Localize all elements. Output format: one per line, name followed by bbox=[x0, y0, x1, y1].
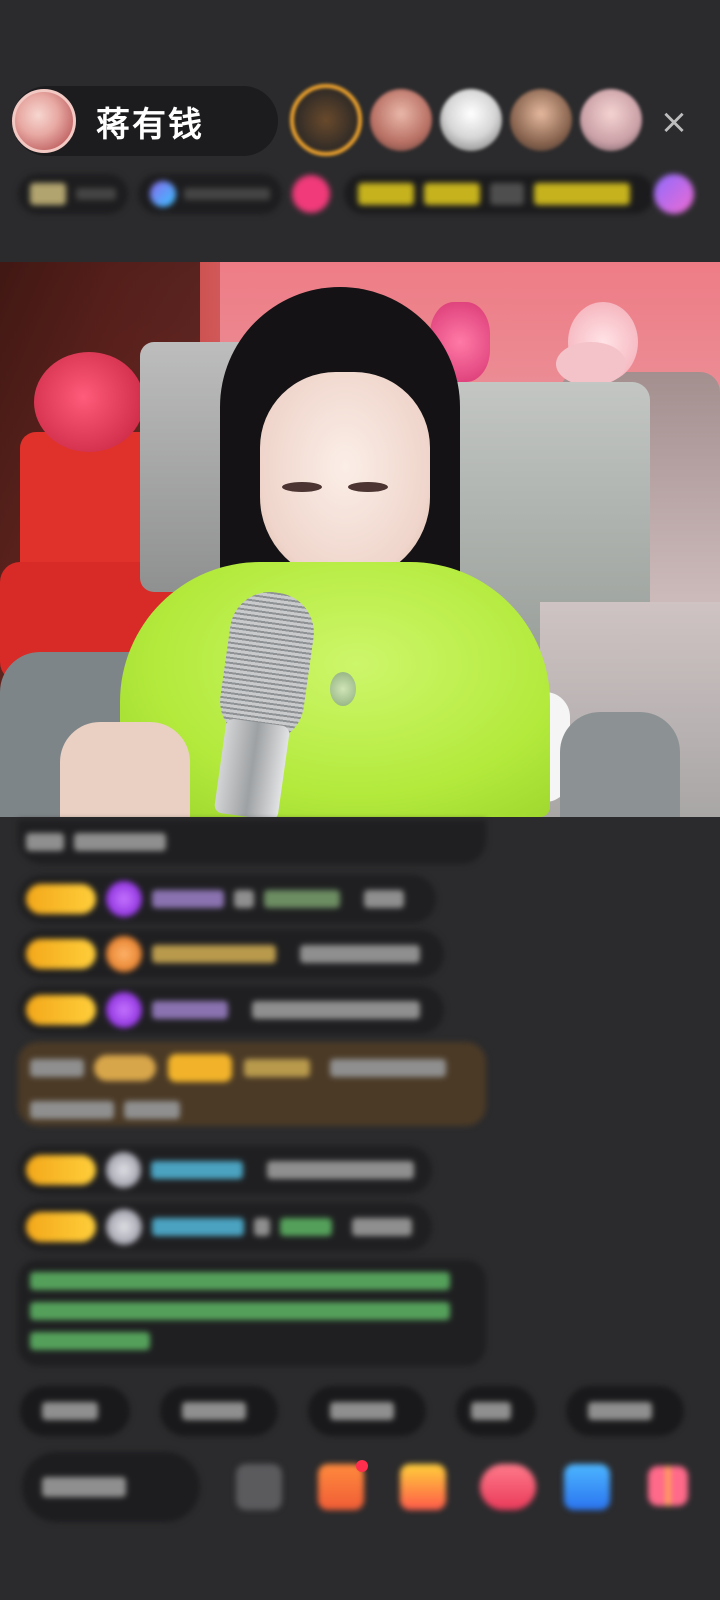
rank-icon bbox=[358, 183, 414, 205]
pink-dot-icon[interactable] bbox=[292, 175, 330, 213]
live-video-feed[interactable] bbox=[0, 262, 720, 817]
bottom-toolbar bbox=[0, 1452, 720, 1526]
badge-icon bbox=[30, 183, 66, 205]
gem-purple-icon bbox=[106, 992, 142, 1028]
level-badge bbox=[26, 1212, 96, 1242]
gem-orange-icon bbox=[106, 936, 142, 972]
treasure-icon[interactable] bbox=[400, 1464, 446, 1510]
quick-replies bbox=[20, 1386, 714, 1436]
quick-reply[interactable] bbox=[160, 1386, 278, 1436]
purple-gift-icon[interactable] bbox=[654, 174, 694, 214]
viewer-avatar[interactable] bbox=[290, 84, 362, 156]
viewer-avatar[interactable] bbox=[440, 89, 502, 151]
gem-purple-icon bbox=[106, 881, 142, 917]
quick-reply[interactable] bbox=[20, 1386, 130, 1436]
level-badge bbox=[26, 939, 96, 969]
chat-message[interactable] bbox=[18, 1203, 432, 1251]
chat-message[interactable] bbox=[18, 1146, 432, 1194]
host-info-pill[interactable]: 蒋有钱 bbox=[12, 86, 278, 156]
gem-gray-icon bbox=[106, 1209, 142, 1245]
level-badge bbox=[26, 995, 96, 1025]
gift-box-icon[interactable] bbox=[318, 1464, 364, 1510]
game-icon[interactable] bbox=[564, 1464, 610, 1510]
viewer-avatar[interactable] bbox=[510, 89, 572, 151]
chat-message[interactable] bbox=[18, 986, 444, 1034]
chat-message[interactable] bbox=[18, 820, 486, 864]
badge-highlight-icon bbox=[94, 1055, 156, 1081]
gem-gray-icon bbox=[105, 1152, 142, 1188]
system-notice bbox=[18, 1260, 486, 1366]
close-icon[interactable]: × bbox=[652, 100, 696, 144]
room-info-row bbox=[18, 168, 708, 220]
host-name: 蒋有钱 bbox=[96, 104, 204, 145]
heart-icon[interactable] bbox=[480, 1464, 536, 1510]
level-badge bbox=[26, 884, 96, 914]
hot-chip[interactable] bbox=[138, 174, 282, 214]
rank-chip[interactable] bbox=[344, 174, 654, 214]
viewer-avatar[interactable] bbox=[580, 89, 642, 151]
viewer-avatar[interactable] bbox=[370, 89, 432, 151]
hot-icon bbox=[150, 181, 176, 207]
host-avatar[interactable] bbox=[12, 89, 76, 153]
chat-message[interactable] bbox=[18, 875, 436, 923]
chat-message-highlight[interactable] bbox=[18, 1042, 486, 1126]
level-badge bbox=[26, 1155, 96, 1185]
quick-reply[interactable] bbox=[566, 1386, 684, 1436]
more-grid-icon[interactable] bbox=[648, 1466, 688, 1506]
quick-reply[interactable] bbox=[308, 1386, 426, 1436]
quick-reply[interactable] bbox=[456, 1386, 536, 1436]
viewer-avatars bbox=[290, 84, 650, 156]
chat-message[interactable] bbox=[18, 930, 444, 978]
comment-input[interactable] bbox=[22, 1452, 200, 1522]
emoji-icon[interactable] bbox=[236, 1464, 282, 1510]
badge-chip[interactable] bbox=[18, 174, 128, 214]
notification-dot bbox=[356, 1460, 368, 1472]
